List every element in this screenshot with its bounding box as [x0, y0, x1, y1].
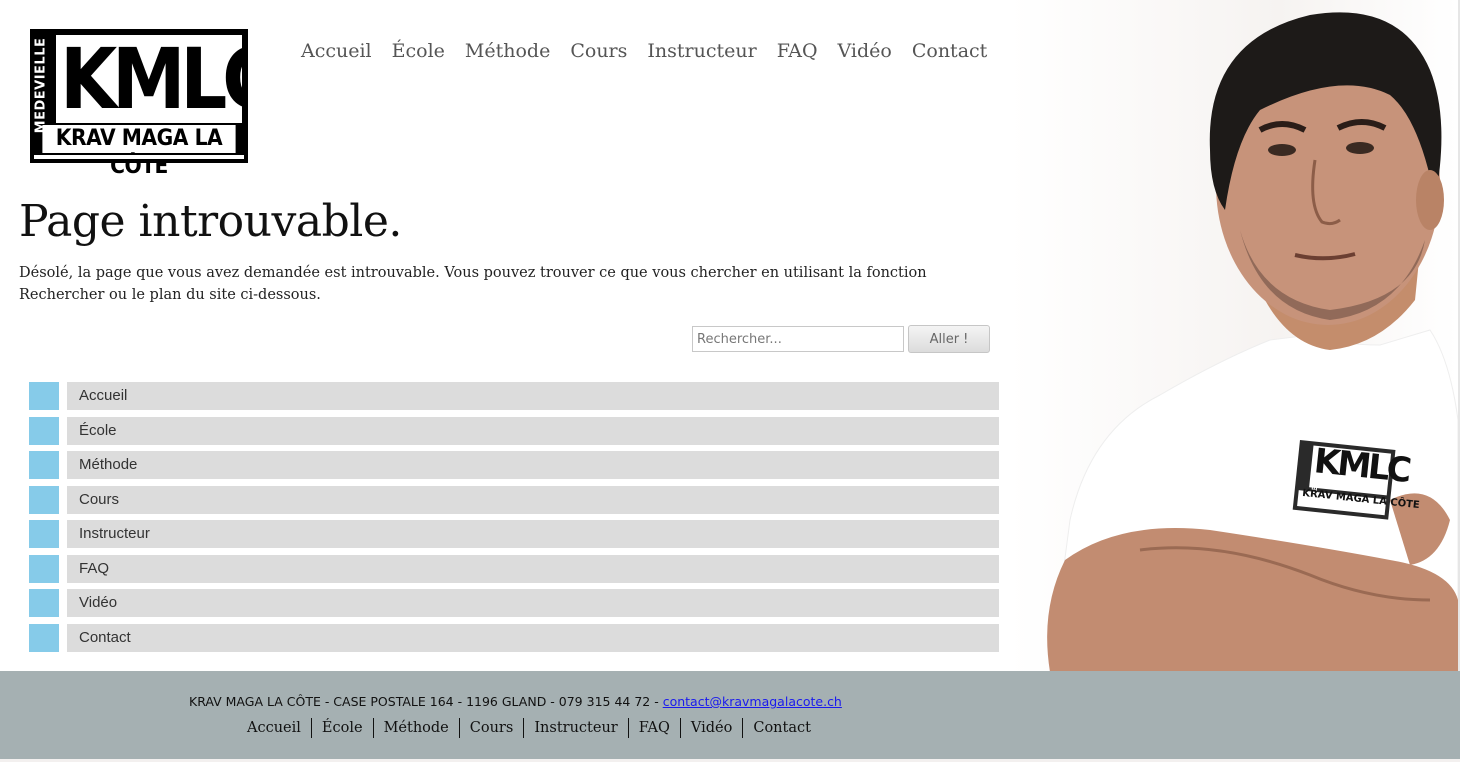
footer-nav-cours[interactable]: Cours: [460, 718, 525, 738]
sitemap-bullet-icon: [29, 623, 59, 652]
instructor-photo: MEDEVIELLE KMLC KRAV MAGA LA CÔTE: [1010, 0, 1458, 672]
nav-item-contact[interactable]: Contact: [912, 40, 987, 62]
footer-nav-ecole[interactable]: École: [312, 718, 374, 738]
site-footer: KRAV MAGA LA CÔTE - CASE POSTALE 164 - 1…: [0, 671, 1460, 759]
logo-tagline: KRAV MAGA LA CÔTE: [42, 125, 236, 179]
sitemap-link-methode[interactable]: Méthode: [67, 451, 999, 479]
footer-nav-faq[interactable]: FAQ: [629, 718, 681, 738]
footer-email-link[interactable]: contact@kravmagalacote.ch: [663, 694, 842, 709]
footer-nav: Accueil École Méthode Cours Instructeur …: [237, 718, 821, 738]
sitemap-link-cours[interactable]: Cours: [67, 485, 999, 514]
main-nav: Accueil École Méthode Cours Instructeur …: [301, 40, 1007, 62]
sitemap-bullet-icon: [29, 520, 59, 548]
nav-item-video[interactable]: Vidéo: [838, 40, 892, 62]
nav-item-methode[interactable]: Méthode: [465, 40, 550, 62]
sitemap-link-ecole[interactable]: École: [67, 416, 999, 445]
nav-item-ecole[interactable]: École: [392, 40, 445, 62]
page-description: Désolé, la page que vous avez demandée e…: [19, 265, 927, 303]
instructor-illustration: [1047, 12, 1458, 672]
sitemap-bullet-icon: [29, 416, 59, 445]
footer-nav-instructeur[interactable]: Instructeur: [524, 718, 629, 738]
sitemap-link-instructeur[interactable]: Instructeur: [67, 520, 999, 548]
nav-item-instructeur[interactable]: Instructeur: [647, 40, 756, 62]
sitemap-item: Accueil: [29, 382, 999, 410]
sitemap-bullet-icon: [29, 451, 59, 479]
sitemap-link-contact[interactable]: Contact: [67, 623, 999, 652]
sitemap-bullet-icon: [29, 554, 59, 583]
sitemap-item: Vidéo: [29, 589, 999, 617]
footer-nav-video[interactable]: Vidéo: [681, 718, 744, 738]
sitemap-link-faq[interactable]: FAQ: [67, 554, 999, 583]
nav-item-accueil[interactable]: Accueil: [301, 40, 372, 62]
search-submit-button[interactable]: Aller !: [908, 325, 990, 353]
search-form: Aller !: [692, 325, 990, 353]
logo-underline: [34, 155, 244, 159]
sitemap-item: Cours: [29, 485, 999, 514]
page-title: Page introuvable.: [19, 196, 402, 247]
sitemap-item: Contact: [29, 623, 999, 652]
sitemap-item: FAQ: [29, 554, 999, 583]
logo-mark: KMLC: [60, 35, 242, 123]
footer-address: KRAV MAGA LA CÔTE - CASE POSTALE 164 - 1…: [189, 694, 842, 709]
site-logo[interactable]: MEDEVIELLE KMLC KRAV MAGA LA CÔTE: [30, 29, 248, 179]
nav-item-faq[interactable]: FAQ: [777, 40, 818, 62]
sitemap-bullet-icon: [29, 382, 59, 410]
footer-address-text: KRAV MAGA LA CÔTE - CASE POSTALE 164 - 1…: [189, 694, 663, 709]
footer-nav-accueil[interactable]: Accueil: [237, 718, 312, 738]
sitemap-link-video[interactable]: Vidéo: [67, 589, 999, 617]
sitemap-item: Instructeur: [29, 520, 999, 548]
logo-mark-box: KMLC: [56, 35, 242, 123]
sitemap-list: Accueil École Méthode Cours Instructeur …: [29, 382, 999, 658]
sitemap-bullet-icon: [29, 485, 59, 514]
sitemap-item: Méthode: [29, 451, 999, 479]
footer-nav-methode[interactable]: Méthode: [374, 718, 460, 738]
sitemap-item: École: [29, 416, 999, 445]
sitemap-link-accueil[interactable]: Accueil: [67, 382, 999, 410]
sitemap-bullet-icon: [29, 589, 59, 617]
logo-side-text: MEDEVIELLE: [33, 37, 49, 133]
footer-nav-contact[interactable]: Contact: [743, 718, 821, 738]
nav-item-cours[interactable]: Cours: [570, 40, 627, 62]
search-input[interactable]: [692, 326, 904, 352]
